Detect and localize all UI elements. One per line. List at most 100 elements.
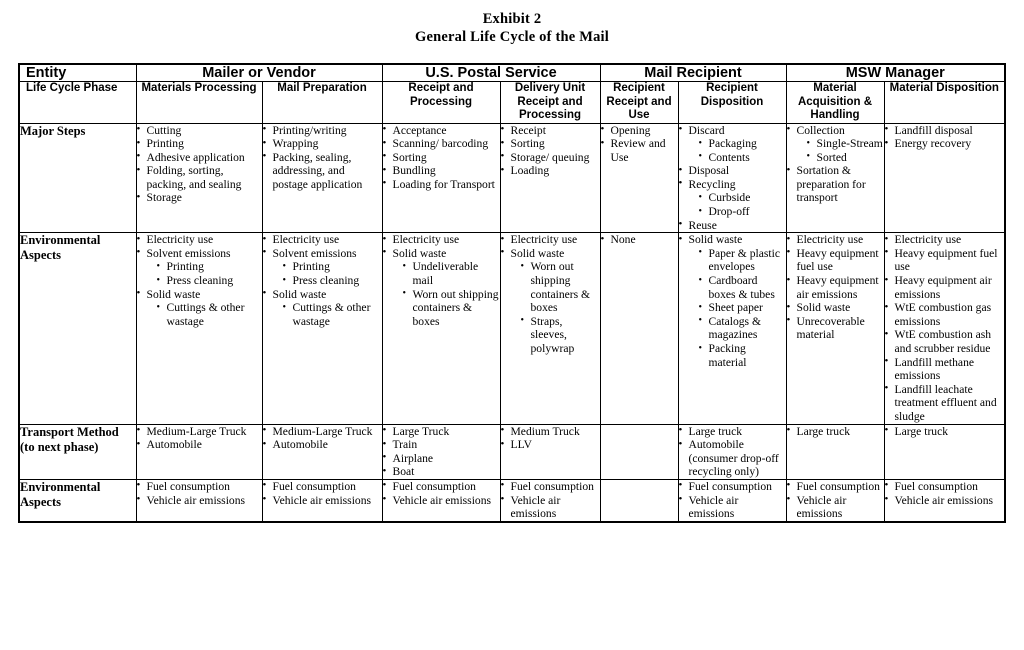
list-item: Reuse bbox=[679, 218, 786, 233]
sub-list-item: Paper & plastic envelopes bbox=[699, 246, 786, 274]
list-item: Electricity use bbox=[383, 233, 500, 247]
list-item-label: Vehicle air emissions bbox=[510, 493, 561, 521]
list-item-label: Cutting bbox=[146, 123, 182, 137]
bullet-list: Electricity useHeavy equipment fuel useH… bbox=[787, 233, 884, 342]
list-item: Storage/ queuing bbox=[501, 150, 600, 165]
sub-list-item: Sorted bbox=[807, 150, 884, 165]
sub-list-item: Press cleaning bbox=[283, 274, 382, 288]
sub-list-item: Undeliverable mail bbox=[403, 260, 500, 287]
list-item: Electricity use bbox=[137, 233, 262, 247]
list-item: Train bbox=[383, 438, 500, 452]
list-item: Medium Truck bbox=[501, 424, 600, 439]
list-item: Automobile bbox=[137, 438, 262, 452]
cell-r2-recipient-receipt-and-use bbox=[599, 423, 679, 480]
list-item-label: Wrapping bbox=[272, 137, 319, 151]
bullet-list: Fuel consumptionVehicle air emissions bbox=[263, 479, 382, 508]
sub-bullet-list: PackagingContents bbox=[689, 137, 786, 164]
cell-r2-materials-processing: Medium-Large TruckAutomobile bbox=[135, 423, 263, 480]
list-item-label: Medium-Large Truck bbox=[272, 424, 373, 438]
cell-r1-receipt-and-processing: Electricity useSolid wasteUndeliverable … bbox=[381, 232, 501, 425]
list-item-label: Solid waste bbox=[796, 301, 851, 315]
list-item-label: Storage/ queuing bbox=[510, 150, 590, 164]
list-item: Adhesive application bbox=[137, 150, 262, 165]
cell-r0-recipient-disposition: DiscardPackagingContentsDisposalRecyclin… bbox=[677, 122, 787, 234]
list-item-label: Automobile bbox=[272, 438, 328, 452]
list-item-label: Landfill disposal bbox=[894, 123, 973, 137]
list-item: Boat bbox=[383, 465, 500, 479]
bullet-list: Large truckAutomobile (consumer drop-off… bbox=[679, 424, 786, 479]
bullet-list: Electricity useHeavy equipment fuel useH… bbox=[885, 233, 1005, 423]
list-item-label: Loading for Transport bbox=[392, 177, 495, 191]
list-item-label: WtE combustion ash and scrubber residue bbox=[894, 328, 992, 355]
list-item: Electricity use bbox=[885, 233, 1005, 247]
list-item-label: Medium Truck bbox=[510, 424, 580, 438]
list-item-label: Landfill leachate treatment effluent and… bbox=[894, 382, 997, 423]
row-label-environmental-aspects: Environmental Aspects bbox=[18, 478, 137, 523]
bullet-list: Electricity useSolid wasteWorn out shipp… bbox=[501, 233, 600, 355]
cell-r0-materials-processing: CuttingPrintingAdhesive applicationFoldi… bbox=[135, 122, 263, 234]
list-item-label: Large truck bbox=[796, 424, 851, 438]
phase-receipt-and-processing: Receipt and Processing bbox=[381, 81, 501, 124]
list-item: None bbox=[601, 233, 678, 247]
exhibit-title: General Life Cycle of the Mail bbox=[414, 29, 610, 45]
bullet-list: Large truck bbox=[787, 424, 884, 439]
bullet-list: None bbox=[601, 233, 678, 247]
cell-r0-material-acquisition-handling: CollectionSingle-StreamSortedSortation &… bbox=[785, 122, 885, 234]
cell-r2-receipt-and-processing: Large TruckTrainAirplaneBoat bbox=[381, 423, 501, 480]
list-item: Printing/writing bbox=[263, 123, 382, 138]
list-item-label: WtE combustion gas emissions bbox=[894, 301, 992, 328]
list-item: Medium-Large Truck bbox=[263, 424, 382, 439]
cell-r2-recipient-disposition: Large truckAutomobile (consumer drop-off… bbox=[677, 423, 787, 480]
list-item-label: Printing/writing bbox=[272, 123, 347, 137]
list-item: Receipt bbox=[501, 123, 600, 138]
sub-list-item: Catalogs & magazines bbox=[699, 314, 786, 342]
list-item: Vehicle air emissions bbox=[263, 493, 382, 508]
cell-r0-mail-preparation: Printing/writingWrappingPacking, sealing… bbox=[261, 122, 383, 234]
sub-list-item: Printing bbox=[157, 260, 262, 274]
list-item: Disposal bbox=[679, 164, 786, 178]
list-item-label: Vehicle air emissions bbox=[894, 493, 994, 507]
bullet-list: Electricity useSolvent emissionsPrinting… bbox=[263, 233, 382, 328]
bullet-list: Medium-Large TruckAutomobile bbox=[263, 424, 382, 452]
bullet-list: Large TruckTrainAirplaneBoat bbox=[383, 424, 500, 479]
list-item: Sortation & preparation for transport bbox=[787, 164, 884, 205]
cell-r3-recipient-disposition: Fuel consumptionVehicle air emissions bbox=[677, 478, 787, 523]
list-item: Heavy equipment fuel use bbox=[885, 246, 1005, 274]
sub-list-item: Sheet paper bbox=[699, 301, 786, 315]
bullet-list: Electricity useSolid wasteUndeliverable … bbox=[383, 233, 500, 328]
list-item-label: Vehicle air emissions bbox=[688, 493, 739, 521]
phase-recipient-disposition: Recipient Disposition bbox=[677, 81, 787, 124]
table-body: Major StepsCuttingPrintingAdhesive appli… bbox=[18, 122, 1006, 523]
sub-list-item: Cuttings & other wastage bbox=[283, 301, 382, 328]
sub-list-item: Drop-off bbox=[699, 205, 786, 219]
bullet-list: DiscardPackagingContentsDisposalRecyclin… bbox=[679, 123, 786, 233]
sub-list-item: Curbside bbox=[699, 191, 786, 205]
list-item-label: Vehicle air emissions bbox=[392, 493, 492, 507]
list-item-label: Electricity use bbox=[392, 233, 460, 247]
list-item: Solvent emissionsPrintingPress cleaning bbox=[263, 246, 382, 288]
list-item-label: Storage bbox=[146, 191, 182, 205]
list-item-label: Disposal bbox=[688, 164, 730, 178]
list-item-label: Electricity use bbox=[894, 233, 962, 247]
sub-bullet-list: PrintingPress cleaning bbox=[273, 260, 382, 287]
list-item-label: Loading bbox=[510, 164, 550, 178]
sub-bullet-list: CurbsideDrop-off bbox=[689, 191, 786, 218]
list-item-label: Large truck bbox=[688, 424, 743, 438]
list-item-label: Energy recovery bbox=[894, 137, 972, 151]
list-item: Cutting bbox=[137, 123, 262, 138]
list-item-label: Review and Use bbox=[610, 137, 666, 164]
list-item: Sorting bbox=[383, 150, 500, 165]
list-item: LLV bbox=[501, 438, 600, 452]
list-item: WtE combustion ash and scrubber residue bbox=[885, 328, 1005, 355]
list-item: Solid wasteCuttings & other wastage bbox=[137, 287, 262, 329]
list-item-label: Recycling bbox=[688, 177, 736, 191]
list-item: Fuel consumption bbox=[885, 479, 1005, 494]
list-item: Fuel consumption bbox=[679, 479, 786, 494]
cell-r0-material-disposition: Landfill disposalEnergy recovery bbox=[883, 122, 1006, 234]
list-item-label: Fuel consumption bbox=[796, 479, 880, 493]
sub-list-item: Printing bbox=[283, 260, 382, 274]
list-item-label: Train bbox=[392, 438, 418, 452]
cell-r3-receipt-and-processing: Fuel consumptionVehicle air emissions bbox=[381, 478, 501, 523]
exhibit-title-block: Exhibit 2 General Life Cycle of the Mail bbox=[0, 0, 1024, 46]
phase-material-acquisition-and-handling: Material Acquisition & Handling bbox=[785, 81, 885, 124]
